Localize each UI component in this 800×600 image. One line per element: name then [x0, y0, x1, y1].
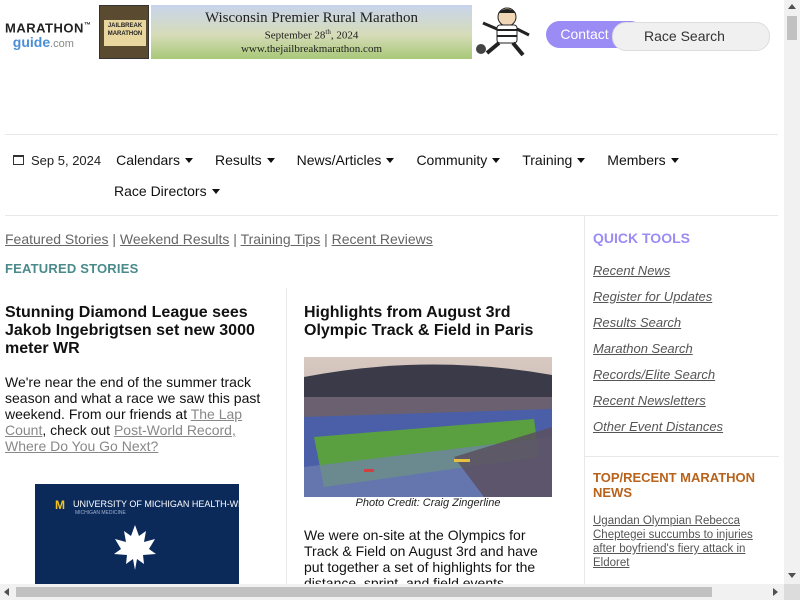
nav-training[interactable]: Training: [522, 152, 586, 168]
quick-tool-records-elite-search[interactable]: Records/Elite Search: [593, 367, 723, 393]
nav-news-articles[interactable]: News/Articles: [297, 152, 395, 168]
story-title[interactable]: Stunning Diamond League sees Jakob Ingeb…: [5, 304, 275, 358]
chevron-down-icon: [266, 157, 275, 163]
stadium-photo[interactable]: [304, 357, 552, 497]
featured-stories-heading: FEATURED STORIES: [5, 261, 139, 276]
vertical-scrollbar[interactable]: [784, 0, 800, 584]
race-search-input[interactable]: Race Search: [612, 22, 770, 51]
horizontal-scroll-thumb[interactable]: [16, 587, 712, 597]
nav-race-directors[interactable]: Race Directors: [114, 183, 220, 199]
story-body: We're near the end of the summer track s…: [5, 374, 275, 454]
story-body-text-mid: , check out: [42, 422, 114, 438]
link-training-tips[interactable]: Training Tips: [241, 231, 321, 247]
photo-credit: Photo Credit: Craig Zingerline: [355, 497, 501, 509]
story-title[interactable]: Highlights from August 3rd Olympic Track…: [304, 304, 554, 340]
sidebar-divider: [585, 456, 779, 457]
block-m-logo: M: [55, 498, 65, 512]
jailbreak-marathon-banner-ad[interactable]: JAILBREAK MARATHON Wisconsin Premier Rur…: [99, 5, 534, 59]
jailbreak-logo-text: JAILBREAK MARATHON: [104, 20, 146, 46]
university-of-michigan-ad[interactable]: M UNIVERSITY OF MICHIGAN HEALTH-WEST MIC…: [35, 484, 256, 584]
scrollbar-corner: [784, 584, 800, 600]
marathonguide-logo[interactable]: MARATHON™ guide.com: [5, 20, 95, 50]
link-recent-reviews[interactable]: Recent Reviews: [332, 231, 433, 247]
main-navigation: Sep 5, 2024 Calendars Results News/Artic…: [5, 134, 778, 216]
nav-members[interactable]: Members: [607, 152, 679, 168]
quick-tool-marathon-search[interactable]: Marathon Search: [593, 341, 723, 367]
scroll-left-arrow-icon[interactable]: [4, 588, 9, 596]
story-card-ingebrigtsen: Stunning Diamond League sees Jakob Ingeb…: [5, 304, 275, 454]
banner-url: www.thejailbreakmarathon.com: [240, 42, 382, 55]
logo-com: .com: [50, 38, 74, 51]
story-body: We were on-site at the Olympics for Trac…: [304, 527, 538, 591]
logo-wordmark: MARATHON: [5, 20, 84, 36]
ad-sub-name: MICHIGAN MEDICINE: [75, 510, 126, 516]
chevron-down-icon: [386, 157, 395, 163]
news-item-link[interactable]: Ugandan Olympian Rebecca Cheptegei succu…: [593, 514, 768, 570]
nav-members-label: Members: [607, 152, 666, 168]
separator: |: [112, 231, 117, 247]
banner-date: September 28: [264, 29, 326, 42]
horizontal-scrollbar[interactable]: [0, 584, 784, 600]
link-featured-stories[interactable]: Featured Stories: [5, 231, 109, 247]
chevron-down-icon: [577, 157, 586, 163]
prisoner-runner-icon: [476, 7, 530, 57]
scroll-up-arrow-icon[interactable]: [788, 4, 796, 9]
quick-tool-register-updates[interactable]: Register for Updates: [593, 289, 723, 315]
banner-date-year: , 2024: [330, 29, 359, 42]
calendar-icon: [13, 155, 24, 165]
logo-tm: ™: [83, 22, 92, 29]
nav-race-directors-label: Race Directors: [114, 183, 207, 199]
chevron-down-icon: [184, 157, 193, 163]
chevron-down-icon: [670, 157, 679, 163]
separator: |: [324, 231, 328, 247]
chevron-down-icon: [492, 157, 501, 163]
scroll-down-arrow-icon[interactable]: [788, 573, 796, 578]
nav-results-label: Results: [214, 152, 262, 168]
quick-tools-heading: QUICK TOOLS: [593, 230, 690, 246]
site-header: MARATHON™ guide.com JAILBREAK MARATHON W…: [0, 0, 784, 70]
logo-guide: guide: [12, 34, 51, 51]
ad-org-name: UNIVERSITY OF MICHIGAN HEALTH-WEST: [73, 499, 256, 509]
chevron-down-icon: [211, 188, 220, 194]
marathon-news-heading: TOP/RECENT MARATHON NEWS: [593, 470, 756, 500]
quick-tool-recent-news[interactable]: Recent News: [593, 263, 723, 289]
column-divider: [286, 288, 287, 584]
quick-tools-sidebar: QUICK TOOLS Recent News Register for Upd…: [584, 216, 779, 584]
scroll-right-arrow-icon[interactable]: [773, 588, 778, 596]
story-card-olympics: Highlights from August 3rd Olympic Track…: [304, 304, 554, 340]
section-links: Featured Stories | Weekend Results | Tra…: [5, 231, 433, 247]
nav-calendars[interactable]: Calendars: [116, 152, 193, 168]
banner-title: Wisconsin Premier Rural Marathon: [204, 10, 419, 26]
maple-leaf-icon: [114, 525, 156, 570]
nav-community-label: Community: [416, 152, 488, 168]
nav-results[interactable]: Results: [215, 152, 275, 168]
quick-tool-recent-newsletters[interactable]: Recent Newsletters: [593, 393, 723, 419]
nav-news-articles-label: News/Articles: [296, 152, 382, 168]
separator: |: [233, 231, 237, 247]
vertical-scroll-thumb[interactable]: [787, 16, 797, 40]
quick-tools-list: Recent News Register for Updates Results…: [593, 263, 723, 445]
current-date-text: Sep 5, 2024: [31, 152, 102, 168]
nav-training-label: Training: [522, 152, 573, 168]
current-date: Sep 5, 2024: [13, 153, 101, 168]
nav-calendars-label: Calendars: [116, 152, 180, 168]
quick-tool-other-distances[interactable]: Other Event Distances: [593, 419, 723, 445]
link-weekend-results[interactable]: Weekend Results: [120, 231, 229, 247]
quick-tool-results-search[interactable]: Results Search: [593, 315, 723, 341]
main-content: Featured Stories | Weekend Results | Tra…: [5, 216, 584, 591]
nav-community[interactable]: Community: [416, 152, 501, 168]
jailbreak-logo: JAILBREAK MARATHON: [99, 5, 149, 59]
